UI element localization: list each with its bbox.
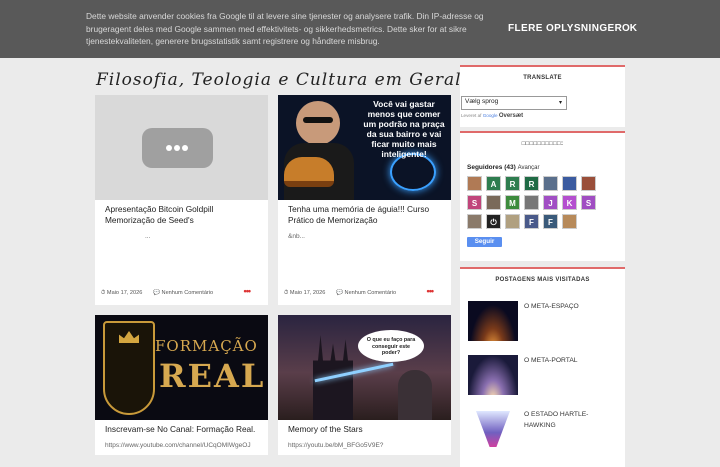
more-dots-icon[interactable]: ••• <box>427 286 435 296</box>
post-meta: ⏱ Maio 17, 2026 💬 Nenhum Comentário ••• <box>95 281 268 305</box>
language-select[interactable]: Vælg sprog ▾ <box>461 96 567 110</box>
translate-widget: TRANSLATE Vælg sprog ▾ Leveret af Google… <box>460 65 625 127</box>
popular-posts-widget: POSTAGENS MAIS VISITADAS O META-ESPAÇO O… <box>460 267 625 467</box>
sunglasses-icon <box>303 117 333 123</box>
follower-avatar[interactable]: A <box>486 176 501 191</box>
post-title[interactable]: Inscrevam-se No Canal: Formação Real. <box>95 420 268 435</box>
followers-widget: □□□□□□□□□□: Seguidores (43) Avançar ARRS… <box>460 131 625 261</box>
placeholder-icon <box>142 128 213 168</box>
follower-avatar[interactable] <box>467 214 482 229</box>
person-silhouette <box>296 101 340 145</box>
cone-diagram-icon <box>476 411 510 447</box>
post-excerpt: ... <box>145 233 151 240</box>
post-card: Você vai gastar menos que comer um podrã… <box>278 95 451 305</box>
followers-count: Seguidores (43) Avançar <box>467 164 540 171</box>
follow-button[interactable]: Seguir <box>467 237 502 247</box>
follower-avatar[interactable]: M <box>505 195 520 210</box>
post-title[interactable]: Memory of the Stars <box>278 420 451 435</box>
page-content: Filosofia, Teologia e Cultura em Geral! … <box>0 58 720 467</box>
post-thumbnail[interactable]: Você vai gastar menos que comer um podrã… <box>278 95 451 200</box>
popular-post-thumb[interactable] <box>468 355 518 395</box>
follower-avatar[interactable]: ⏻ <box>486 214 501 229</box>
popular-post-title[interactable]: O ESTADO HARTLE-HAWKING <box>524 409 616 431</box>
popular-post-title[interactable]: O META-PORTAL <box>524 355 616 366</box>
follower-avatar[interactable]: R <box>505 176 520 191</box>
post-date: ⏱ Maio 17, 2026 <box>284 290 326 296</box>
burger-icon <box>284 157 334 187</box>
cookie-ok-button[interactable]: OK <box>622 23 637 34</box>
cookie-banner: Dette website anvender cookies fra Googl… <box>0 0 720 58</box>
post-title[interactable]: Tenha uma memória de águia!!! Curso Prát… <box>278 200 451 226</box>
follower-avatar[interactable] <box>486 195 501 210</box>
post-card: O que eu faço para conseguir este poder?… <box>278 315 451 455</box>
speech-bubble: O que eu faço para conseguir este poder? <box>358 330 424 362</box>
follower-avatar[interactable]: R <box>524 176 539 191</box>
post-meta: ⏱ Maio 17, 2026 💬 Nenhum Comentário ••• <box>278 281 451 305</box>
more-dots-icon[interactable]: ••• <box>244 286 252 296</box>
post-card: FORMAÇÃO REAL Inscrevam-se No Canal: For… <box>95 315 268 455</box>
post-card: Apresentação Bitcoin Goldpill Memorizaçã… <box>95 95 268 305</box>
widget-title: POSTAGENS MAIS VISITADAS <box>495 277 590 283</box>
post-date: ⏱ Maio 17, 2026 <box>101 290 143 296</box>
post-title[interactable]: Apresentação Bitcoin Goldpill Memorizaçã… <box>95 200 268 226</box>
post-thumbnail[interactable] <box>95 95 268 200</box>
post-comments[interactable]: 💬 Nenhum Comentário <box>153 290 213 296</box>
followers-advance-link[interactable]: Avançar <box>518 165 540 171</box>
follower-avatar[interactable] <box>581 176 596 191</box>
popular-post-thumb[interactable] <box>468 409 518 449</box>
follower-avatar[interactable]: F <box>524 214 539 229</box>
widget-title: □□□□□□□□□□: <box>521 141 564 147</box>
widget-title: TRANSLATE <box>523 75 562 81</box>
cookie-text: Dette website anvender cookies fra Googl… <box>86 11 484 46</box>
follower-avatar[interactable] <box>505 214 520 229</box>
post-excerpt: https://youtu.be/bM_BFGo5V9E? <box>288 442 384 449</box>
post-excerpt: https://www.youtube.com/channel/UCqOMIWg… <box>105 442 251 449</box>
post-excerpt: &nb... <box>288 233 305 240</box>
cookie-more-info-link[interactable]: FLERE OPLYSNINGER <box>508 23 622 34</box>
chevron-down-icon: ▾ <box>558 100 562 106</box>
follower-avatar[interactable] <box>524 195 539 210</box>
powered-by: Leveret af Google Oversæt <box>461 113 524 119</box>
follower-avatar[interactable] <box>467 176 482 191</box>
follower-avatar[interactable]: F <box>543 214 558 229</box>
follower-avatar[interactable] <box>562 176 577 191</box>
post-thumbnail[interactable]: FORMAÇÃO REAL <box>95 315 268 420</box>
thumb-word-formacao: FORMAÇÃO <box>155 337 258 355</box>
popular-post-title[interactable]: O META-ESPAÇO <box>524 301 616 312</box>
follower-avatar[interactable] <box>543 176 558 191</box>
thumb-word-real: REAL <box>159 357 266 395</box>
follower-avatar[interactable]: S <box>581 195 596 210</box>
blog-title[interactable]: Filosofia, Teologia e Cultura em Geral! <box>96 70 468 90</box>
popular-post-thumb[interactable] <box>468 301 518 341</box>
follower-avatar[interactable]: S <box>467 195 482 210</box>
follower-avatar[interactable]: K <box>562 195 577 210</box>
thumb-caption: Você vai gastar menos que comer um podrã… <box>363 99 445 159</box>
follower-avatar[interactable]: J <box>543 195 558 210</box>
post-comments[interactable]: 💬 Nenhum Comentário <box>336 290 396 296</box>
figure-silhouette <box>398 370 432 420</box>
post-thumbnail[interactable]: O que eu faço para conseguir este poder? <box>278 315 451 420</box>
follower-avatar[interactable] <box>562 214 577 229</box>
